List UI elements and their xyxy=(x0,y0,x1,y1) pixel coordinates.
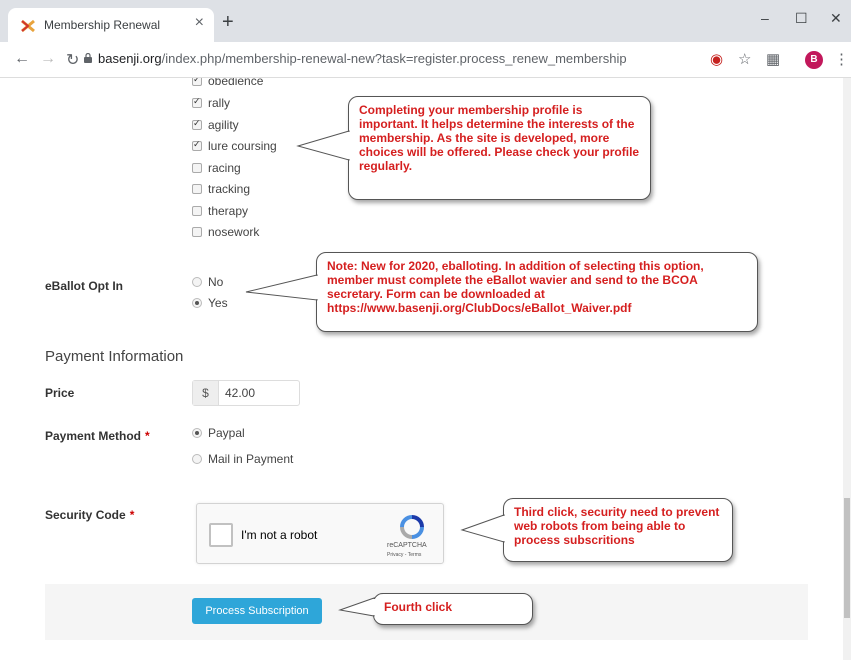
eballot-label: eBallot Opt In xyxy=(45,279,123,293)
extension-puzzle-icon[interactable]: ▦ xyxy=(766,50,780,68)
security-code-text: Security Code xyxy=(45,508,126,522)
payment-option-mail[interactable]: Mail in Payment xyxy=(192,452,293,466)
payment-method-text: Payment Method xyxy=(45,429,142,443)
reload-icon[interactable]: ↻ xyxy=(66,50,79,70)
callout-profile: Completing your membership profile is im… xyxy=(348,96,651,200)
checkbox-label: lure coursing xyxy=(208,139,277,153)
process-subscription-button[interactable]: Process Subscription xyxy=(192,598,322,624)
interest-checkbox-tracking[interactable]: tracking xyxy=(192,182,250,196)
callout-submit: Fourth click xyxy=(373,593,533,625)
tab-title: Membership Renewal xyxy=(44,18,161,32)
eballot-option-yes[interactable]: Yes xyxy=(192,296,228,310)
security-code-label: Security Code * xyxy=(45,508,134,522)
recaptcha-text: I'm not a robot xyxy=(241,528,318,542)
interest-checkbox-racing[interactable]: racing xyxy=(192,161,241,175)
site-favicon-icon xyxy=(21,19,35,33)
callout-security: Third click, security need to prevent we… xyxy=(503,498,733,562)
interest-checkbox-agility[interactable]: agility xyxy=(192,118,239,132)
price-label: Price xyxy=(45,386,75,400)
browser-tab-strip: Membership Renewal × + – ☐ ✕ xyxy=(0,0,851,42)
radio-button[interactable] xyxy=(192,428,202,438)
checkbox[interactable] xyxy=(192,118,202,130)
recaptcha-checkbox[interactable] xyxy=(209,523,233,547)
radio-label: Paypal xyxy=(208,426,245,440)
checkbox-label: nosework xyxy=(208,225,260,239)
checkbox-label: tracking xyxy=(208,182,251,196)
callout-profile-pointer xyxy=(296,130,350,161)
payment-section-title: Payment Information xyxy=(45,348,184,365)
minimize-button[interactable]: – xyxy=(761,10,769,26)
interest-checkbox-nosework[interactable]: nosework xyxy=(192,225,259,239)
profile-avatar[interactable]: B xyxy=(805,51,823,69)
window-close-button[interactable]: ✕ xyxy=(830,10,842,27)
checkbox[interactable] xyxy=(192,184,202,194)
bookmark-star-icon[interactable]: ☆ xyxy=(738,50,751,68)
checkbox[interactable] xyxy=(192,206,202,216)
interest-checkbox-obedience[interactable]: obedience xyxy=(192,78,263,88)
checkbox-label: therapy xyxy=(208,204,249,218)
payment-method-label: Payment Method * xyxy=(45,429,150,443)
radio-label: Mail in Payment xyxy=(208,452,294,466)
checkbox[interactable] xyxy=(192,96,202,108)
scrollbar-thumb[interactable] xyxy=(844,498,850,618)
menu-kebab-icon[interactable]: ⋮ xyxy=(834,50,849,68)
currency-addon: $ xyxy=(193,381,219,405)
new-tab-button[interactable]: + xyxy=(222,12,234,32)
callout-security-pointer xyxy=(460,514,505,543)
checkbox-label: agility xyxy=(208,118,239,132)
callout-eballot: Note: New for 2020, eballoting. In addit… xyxy=(316,252,758,332)
interest-checkbox-therapy[interactable]: therapy xyxy=(192,204,248,218)
extension-icon[interactable]: ◉ xyxy=(710,50,723,68)
page-scrollbar[interactable] xyxy=(843,78,851,660)
recaptcha-links[interactable]: Privacy - Terms xyxy=(387,552,421,558)
interest-checkbox-rally[interactable]: rally xyxy=(192,96,230,110)
url-path: /index.php/membership-renewal-new?task=r… xyxy=(161,51,627,66)
browser-tab[interactable]: Membership Renewal × xyxy=(8,8,214,42)
recaptcha-logo-icon xyxy=(400,515,424,539)
radio-button[interactable] xyxy=(192,277,202,287)
checkbox[interactable] xyxy=(192,227,202,237)
payment-option-paypal[interactable]: Paypal xyxy=(192,426,245,440)
callout-eballot-pointer xyxy=(245,274,318,301)
browser-toolbar: ← → ↻ basenji.org/index.php/membership-r… xyxy=(0,42,851,78)
price-field[interactable]: $ 42.00 xyxy=(192,380,300,406)
page-content: obedience rally agility lure coursing ra… xyxy=(0,78,843,660)
checkbox[interactable] xyxy=(192,163,202,173)
callout-submit-pointer xyxy=(338,597,375,617)
radio-label: No xyxy=(208,275,224,289)
eballot-option-no[interactable]: No xyxy=(192,275,223,289)
lock-icon xyxy=(84,53,92,63)
radio-button[interactable] xyxy=(192,298,202,308)
maximize-button[interactable]: ☐ xyxy=(795,10,808,27)
forward-arrow-icon[interactable]: → xyxy=(40,50,56,68)
radio-label: Yes xyxy=(208,296,228,310)
recaptcha-widget: I'm not a robot reCAPTCHA Privacy - Term… xyxy=(196,503,444,564)
checkbox[interactable] xyxy=(192,139,202,151)
back-arrow-icon[interactable]: ← xyxy=(14,50,30,68)
price-value: 42.00 xyxy=(225,386,256,400)
radio-button[interactable] xyxy=(192,454,202,464)
interest-checkbox-lure-coursing[interactable]: lure coursing xyxy=(192,139,277,153)
checkbox-label: racing xyxy=(208,161,241,175)
checkbox-label: obedience xyxy=(208,78,264,88)
tab-close-icon[interactable]: × xyxy=(195,14,204,32)
required-marker: * xyxy=(145,429,150,443)
url-host: basenji.org xyxy=(98,51,162,66)
required-marker: * xyxy=(129,508,135,522)
address-bar[interactable]: basenji.org/index.php/membership-renewal… xyxy=(98,51,627,66)
checkbox[interactable] xyxy=(192,78,202,86)
checkbox-label: rally xyxy=(208,96,231,110)
recaptcha-brand: reCAPTCHA xyxy=(387,542,427,549)
